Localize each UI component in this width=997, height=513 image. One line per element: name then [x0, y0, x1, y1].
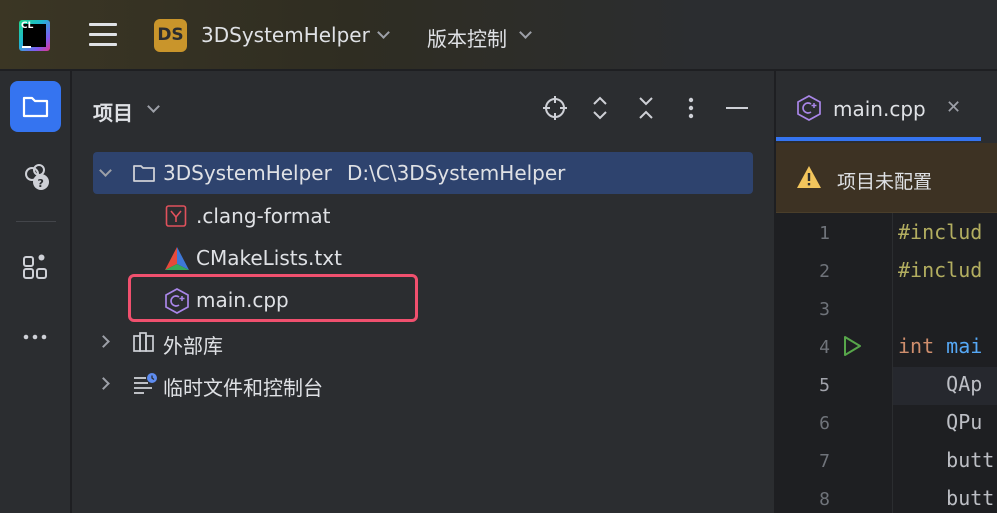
scratches-icon — [134, 373, 157, 394]
tree-item-cmakelists[interactable]: CMakeLists.txt — [93, 237, 753, 279]
clion-logo-icon[interactable]: CL — [19, 20, 50, 51]
code-line: #includ — [898, 258, 983, 282]
line-number: 4 — [819, 337, 830, 358]
more-vertical-icon[interactable] — [678, 95, 704, 121]
editor-tab-main-cpp[interactable]: main.cpp ✕ — [776, 71, 981, 143]
svg-text:?: ? — [38, 177, 44, 190]
project-name[interactable]: 3DSystemHelper — [201, 23, 370, 47]
code-line: #includ — [898, 220, 983, 244]
close-icon[interactable]: ✕ — [946, 97, 961, 118]
code-function: mai — [934, 334, 983, 358]
code-line: butt — [898, 486, 995, 510]
minimize-icon[interactable] — [724, 95, 750, 121]
tree-item-label: 外部库 — [163, 334, 223, 358]
tree-item-label: 3DSystemHelper — [163, 161, 332, 185]
project-badge[interactable]: DS — [154, 19, 187, 52]
title-bar: CL DS 3DSystemHelper 版本控制 — [0, 0, 997, 70]
line-number: 5 — [819, 375, 830, 396]
collapse-all-icon[interactable] — [633, 95, 659, 121]
services-tool-button[interactable]: ? — [10, 151, 61, 202]
tree-item-scratches[interactable]: 临时文件和控制台 — [93, 363, 753, 405]
expand-all-icon[interactable] — [587, 95, 613, 121]
line-number: 2 — [819, 261, 830, 282]
learn-help-icon: ? — [25, 164, 49, 190]
more-tools-button[interactable] — [10, 311, 61, 362]
code-line: butt — [898, 448, 995, 472]
tree-item-project-root[interactable]: 3DSystemHelper D:\C\3DSystemHelper — [93, 152, 753, 194]
chevron-down-icon[interactable] — [99, 164, 112, 177]
highlight-annotation — [128, 274, 418, 322]
vcs-menu[interactable]: 版本控制 — [427, 23, 507, 52]
logo-text: CL — [21, 21, 34, 31]
chevron-down-icon[interactable] — [519, 26, 532, 39]
active-tab-indicator — [776, 137, 981, 141]
main-menu-icon[interactable] — [89, 23, 117, 47]
line-number: 3 — [819, 299, 830, 320]
project-tool-button[interactable] — [10, 81, 61, 132]
line-number-gutter: 1 2 3 4 5 6 7 8 — [776, 213, 893, 513]
line-number: 6 — [819, 413, 830, 434]
folder-icon — [22, 96, 49, 118]
code-keyword: int — [898, 334, 935, 358]
code-line: QPu — [898, 410, 983, 434]
locate-icon[interactable] — [542, 95, 568, 121]
library-icon — [133, 332, 154, 352]
code-line: QAp — [898, 372, 983, 396]
activity-bar: ? — [0, 71, 71, 513]
line-number: 1 — [819, 223, 830, 244]
line-number: 8 — [819, 489, 830, 510]
chevron-right-icon[interactable] — [97, 377, 110, 390]
divider — [16, 221, 56, 222]
folder-icon — [133, 165, 155, 182]
panel-title[interactable]: 项目 — [93, 97, 133, 126]
grid-icon — [23, 254, 47, 279]
clang-format-icon — [165, 205, 187, 227]
editor-tab-bar: main.cpp ✕ — [776, 71, 997, 143]
tree-item-label: CMakeLists.txt — [196, 246, 342, 270]
tree-item-label: 临时文件和控制台 — [163, 376, 323, 400]
warning-banner: 项目未配置 — [776, 143, 997, 213]
tree-item-clang-format[interactable]: .clang-format — [93, 195, 753, 237]
tree-item-external-libraries[interactable]: 外部库 — [93, 321, 753, 363]
tree-item-path: D:\C\3DSystemHelper — [347, 161, 566, 185]
cmake-icon — [165, 247, 189, 270]
chevron-down-icon[interactable] — [377, 26, 390, 39]
code-editor[interactable]: #includ #includ int mai QAp QPu butt but… — [894, 213, 997, 513]
tree-item-label: .clang-format — [196, 204, 331, 228]
tab-label: main.cpp — [833, 97, 926, 121]
structure-tool-button[interactable] — [10, 241, 61, 292]
chevron-down-icon[interactable] — [147, 100, 160, 113]
code-line: int mai — [898, 334, 982, 358]
line-number: 7 — [819, 451, 830, 472]
run-icon[interactable] — [842, 335, 862, 357]
chevron-right-icon[interactable] — [97, 335, 110, 348]
more-horizontal-icon — [23, 334, 47, 340]
warning-icon — [797, 166, 821, 188]
cpp-file-icon — [797, 95, 821, 121]
editor-area: main.cpp ✕ 项目未配置 1 2 3 4 5 6 7 8 #includ… — [776, 71, 997, 513]
warning-text: 项目未配置 — [837, 171, 933, 193]
